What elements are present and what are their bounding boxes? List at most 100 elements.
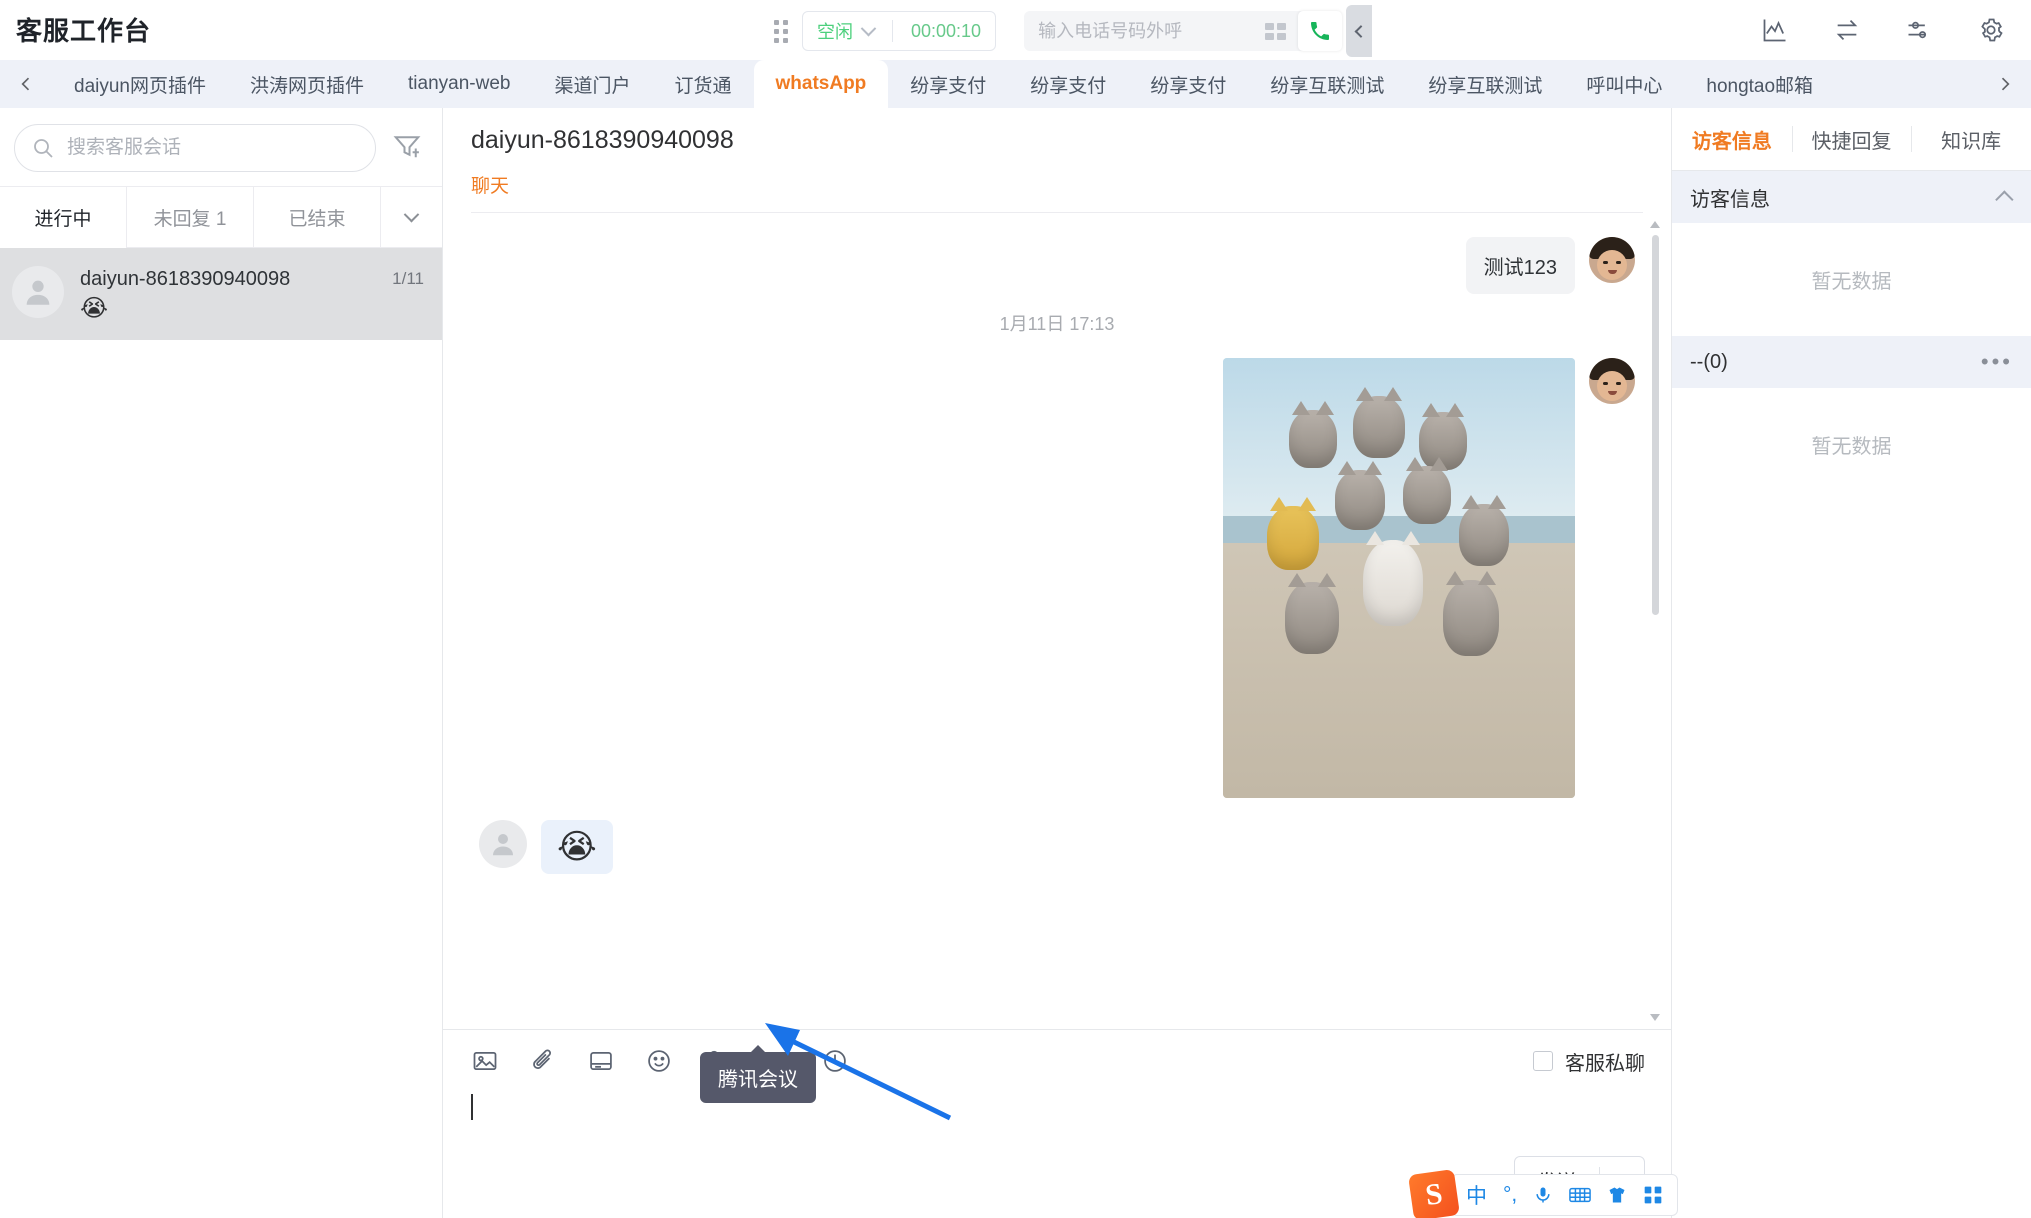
segment-label: 已结束 bbox=[288, 208, 346, 230]
scrollbar-thumb[interactable] bbox=[1652, 235, 1659, 615]
section-header-orders[interactable]: --(0) ••• bbox=[1672, 336, 2031, 388]
section-title: --(0) bbox=[1690, 350, 1728, 373]
scroll-up-arrow[interactable] bbox=[1650, 221, 1660, 228]
grid-drag-icon[interactable] bbox=[774, 19, 788, 43]
chat-subtabs: 聊天 bbox=[471, 171, 1643, 198]
message-composer: 客服私聊 发送 S 中 bbox=[443, 1029, 1679, 1218]
app-header: 客服工作台 空闲 00:00:10 bbox=[0, 0, 2031, 60]
tab-channel-portal[interactable]: 渠道门户 bbox=[532, 60, 652, 108]
message-row-outgoing-image bbox=[479, 358, 1635, 798]
tab-hongtao-web-plugin[interactable]: 洪涛网页插件 bbox=[228, 60, 386, 108]
chevron-up-icon[interactable] bbox=[1995, 189, 2014, 209]
message-scrollbar[interactable] bbox=[1649, 221, 1661, 1021]
message-row-incoming-emoji: 😭 bbox=[479, 820, 1635, 874]
keypad-icon[interactable] bbox=[1265, 22, 1287, 40]
image-icon[interactable] bbox=[471, 1047, 499, 1075]
tabbar-prev-button[interactable] bbox=[0, 60, 52, 108]
skin-theme-icon[interactable] bbox=[1607, 1185, 1627, 1205]
attachment-paperclip-icon[interactable] bbox=[529, 1047, 557, 1075]
microphone-icon[interactable] bbox=[1533, 1185, 1553, 1205]
tab-label: 纷享支付 bbox=[1150, 75, 1227, 97]
tab-label: hongtao邮箱 bbox=[1706, 75, 1814, 97]
scroll-down-arrow[interactable] bbox=[1650, 1014, 1660, 1021]
tab-daiyun-web-plugin[interactable]: daiyun网页插件 bbox=[52, 60, 228, 108]
private-chat-label: 客服私聊 bbox=[1565, 1052, 1645, 1075]
tab-fenxiang-pay-1[interactable]: 纷享支付 bbox=[888, 60, 1008, 108]
tab-label: 快捷回复 bbox=[1811, 130, 1892, 153]
call-button[interactable] bbox=[1298, 11, 1343, 51]
list-item[interactable]: daiyun-8618390940098 😭 1/11 bbox=[0, 248, 442, 341]
tab-call-center[interactable]: 呼叫中心 bbox=[1564, 60, 1684, 108]
tab-hongtao-mail[interactable]: hongtao邮箱 bbox=[1684, 60, 1835, 108]
collapse-panel-button[interactable] bbox=[1346, 5, 1373, 57]
tab-label: 渠道门户 bbox=[554, 75, 631, 97]
right-panel-tabs: 访客信息 快捷回复 知识库 bbox=[1672, 108, 2031, 170]
segment-label: 进行中 bbox=[34, 209, 92, 230]
tab-list: daiyun网页插件 洪涛网页插件 tianyan-web 渠道门户 订货通 w… bbox=[52, 60, 1979, 108]
search-box[interactable] bbox=[14, 124, 376, 172]
chevron-down-icon bbox=[860, 20, 877, 36]
status-selector[interactable]: 空闲 00:00:10 bbox=[802, 11, 997, 51]
transfer-arrows-icon[interactable] bbox=[1833, 16, 1861, 44]
chinese-mode-icon[interactable]: 中 bbox=[1466, 1180, 1487, 1210]
main-body: 进行中 未回复 1 已结束 daiyun-8618390940098 😭 bbox=[0, 108, 2031, 1218]
more-dots-icon[interactable]: ••• bbox=[1981, 351, 2013, 373]
segment-ended[interactable]: 已结束 bbox=[253, 187, 380, 248]
page-title: 客服工作台 bbox=[16, 16, 152, 46]
keyboard-icon[interactable] bbox=[1569, 1186, 1592, 1204]
tab-label: 订货通 bbox=[674, 75, 732, 97]
list-item-main: daiyun-8618390940098 😭 bbox=[80, 266, 376, 322]
tab-whatsapp[interactable]: whatsApp bbox=[753, 60, 889, 108]
message-timestamp: 1月11日 17:13 bbox=[999, 314, 1115, 334]
segment-in-progress[interactable]: 进行中 bbox=[0, 187, 126, 248]
tab-quick-reply[interactable]: 快捷回复 bbox=[1792, 125, 1912, 154]
card-icon[interactable] bbox=[587, 1047, 615, 1075]
apps-grid-icon[interactable] bbox=[1643, 1185, 1663, 1205]
phone-number-input[interactable] bbox=[1038, 20, 1254, 42]
tab-fenxiang-test-2[interactable]: 纷享互联测试 bbox=[1406, 60, 1564, 108]
status-timer: 00:00:10 bbox=[911, 20, 982, 41]
header-actions bbox=[1761, 16, 2031, 44]
message-list: 测试123 1月11日 17:13 😭 bbox=[443, 213, 1671, 1029]
section-header-visitor-info[interactable]: 访客信息 bbox=[1672, 171, 2031, 223]
tab-label: 访客信息 bbox=[1691, 130, 1772, 153]
segment-unreplied[interactable]: 未回复 1 bbox=[126, 187, 253, 248]
analytics-chart-icon[interactable] bbox=[1761, 16, 1789, 44]
filter-icon[interactable] bbox=[392, 131, 422, 166]
tab-knowledge-base[interactable]: 知识库 bbox=[1911, 125, 2031, 154]
text-caret bbox=[471, 1094, 473, 1120]
section-title: 访客信息 bbox=[1690, 188, 1770, 211]
power-end-session-icon[interactable] bbox=[821, 1047, 849, 1075]
tab-fenxiang-pay-3[interactable]: 纷享支付 bbox=[1128, 60, 1248, 108]
private-chat-toggle[interactable]: 客服私聊 bbox=[1533, 1047, 1645, 1076]
message-row-outgoing-text: 测试123 bbox=[479, 237, 1635, 294]
avatar bbox=[1589, 358, 1635, 404]
tab-visitor-info[interactable]: 访客信息 bbox=[1672, 125, 1792, 154]
checkbox[interactable] bbox=[1533, 1051, 1553, 1071]
tabbar-next-button[interactable] bbox=[1979, 60, 2031, 108]
chat-title: daiyun-8618390940098 bbox=[471, 126, 734, 154]
status-pod: 空闲 00:00:10 bbox=[760, 5, 1007, 57]
tab-tianyan-web[interactable]: tianyan-web bbox=[386, 60, 532, 108]
emoji-smiley-icon[interactable] bbox=[645, 1047, 673, 1075]
image-message[interactable] bbox=[1223, 358, 1575, 798]
user-placeholder-avatar bbox=[12, 266, 64, 318]
sliders-settings-icon[interactable] bbox=[1905, 16, 1933, 44]
gear-icon[interactable] bbox=[1977, 16, 2005, 44]
segment-more-button[interactable] bbox=[380, 187, 442, 248]
search-icon bbox=[34, 139, 53, 158]
message-bubble: 测试123 bbox=[1465, 237, 1575, 294]
empty-state-text: 暂无数据 bbox=[1811, 271, 1892, 293]
search-input[interactable] bbox=[67, 137, 359, 159]
conversation-list[interactable]: daiyun-8618390940098 😭 1/11 bbox=[0, 248, 442, 1218]
search-row bbox=[0, 108, 442, 186]
tab-order-system[interactable]: 订货通 bbox=[652, 60, 753, 108]
conversation-name: daiyun-8618390940098 bbox=[80, 268, 291, 290]
chat-subtab-chat[interactable]: 聊天 bbox=[471, 171, 509, 198]
punctuation-icon[interactable]: °, bbox=[1503, 1183, 1517, 1207]
tab-fenxiang-test-1[interactable]: 纷享互联测试 bbox=[1248, 60, 1406, 108]
sogou-ime-logo: S bbox=[1408, 1169, 1460, 1218]
tab-fenxiang-pay-2[interactable]: 纷享支付 bbox=[1008, 60, 1128, 108]
tab-label: tianyan-web bbox=[408, 73, 511, 94]
status-label: 空闲 bbox=[817, 22, 853, 42]
